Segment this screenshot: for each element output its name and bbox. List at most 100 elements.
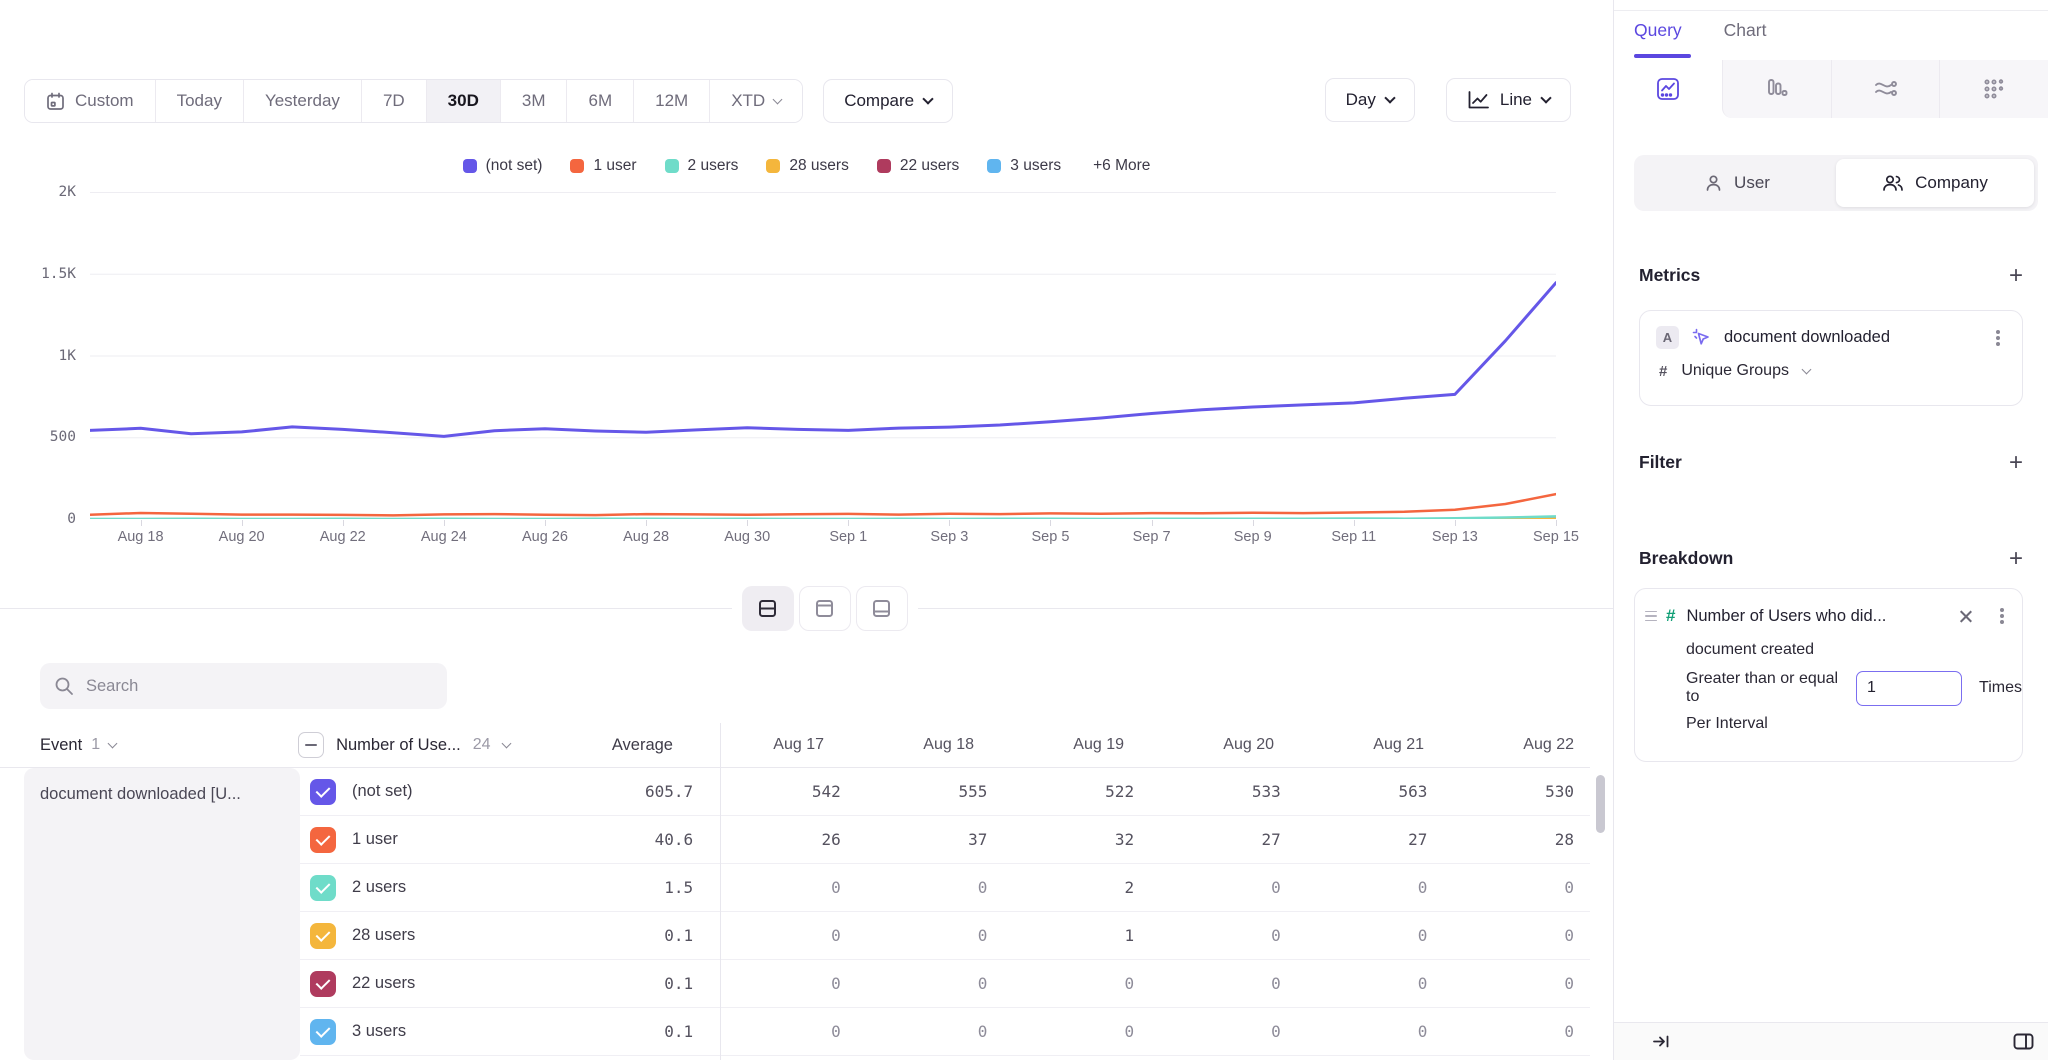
range-6m[interactable]: 6M <box>566 80 633 122</box>
layout-chart-only-button[interactable] <box>799 586 851 631</box>
row-series-cell: 2 users <box>300 875 544 901</box>
range-3m[interactable]: 3M <box>500 80 567 122</box>
layout-table-only-button[interactable] <box>856 586 908 631</box>
series-checkbox[interactable] <box>310 971 336 997</box>
average-column-header: Average <box>527 736 690 755</box>
x-axis-tick <box>949 520 950 526</box>
date-column-headers: Aug 17Aug 18Aug 19Aug 20Aug 21Aug 22 <box>690 736 1590 754</box>
chart-type-dropdown[interactable]: Line <box>1446 78 1571 122</box>
row-date-value: 0 <box>710 926 857 945</box>
legend-item[interactable]: 1 user <box>570 157 636 175</box>
group-type-toggle: User Company <box>1634 155 2038 211</box>
line-chart-plot[interactable] <box>90 192 1556 519</box>
search-input[interactable] <box>86 677 433 696</box>
chart-type-label: Line <box>1500 90 1532 110</box>
table-search <box>40 663 447 709</box>
date-range-control: CustomTodayYesterday7D30D3M6M12MXTD <box>24 79 803 123</box>
row-date-value: 0 <box>1443 1022 1590 1041</box>
breakdown-event-name: document created <box>1635 626 2022 659</box>
event-name-cell[interactable]: document downloaded [U... <box>24 768 300 1060</box>
row-date-value: 0 <box>1443 974 1590 993</box>
legend-item[interactable]: 22 users <box>877 157 959 175</box>
chart-type-line-icon <box>1656 77 1680 101</box>
table-scrollbar[interactable] <box>1596 775 1605 833</box>
range-30d[interactable]: 30D <box>426 80 500 122</box>
metric-card[interactable]: A document downloaded # Unique Groups <box>1639 310 2023 406</box>
breakdown-card[interactable]: # Number of Users who did... document cr… <box>1634 588 2023 762</box>
kebab-icon[interactable] <box>1996 336 2000 340</box>
chart-type-line-tile[interactable] <box>1614 60 1722 118</box>
drag-handle-icon[interactable] <box>1645 611 1657 622</box>
panel-icon[interactable] <box>2013 1033 2034 1050</box>
legend-swatch <box>665 159 679 173</box>
range-today[interactable]: Today <box>155 80 243 122</box>
chart-type-bar-tile[interactable] <box>1722 60 1831 118</box>
sidebar-top-divider <box>1614 10 2048 11</box>
layout-split-button[interactable] <box>742 586 794 631</box>
range-7d[interactable]: 7D <box>361 80 426 122</box>
measure-dropdown[interactable]: Unique Groups <box>1681 362 1789 380</box>
layout-toggle-group <box>732 584 918 633</box>
legend-item[interactable]: 3 users <box>987 157 1061 175</box>
range-custom[interactable]: Custom <box>25 80 155 122</box>
query-sidebar: Query Chart <box>1613 0 2048 1060</box>
y-axis-tick-label: 1K <box>0 346 76 366</box>
add-breakdown-button[interactable]: + <box>2009 549 2023 569</box>
toggle-company[interactable]: Company <box>1836 159 2034 207</box>
row-series-cell: 22 users <box>300 971 544 997</box>
chevron-down-icon <box>1540 92 1551 103</box>
condition-label: Greater than or equal to <box>1686 670 1841 706</box>
breakdown-condition-row: Greater than or equal to Times <box>1635 659 2022 706</box>
date-column-header: Aug 19 <box>990 736 1140 754</box>
x-axis-tick <box>1354 520 1355 526</box>
legend-more-link[interactable]: +6 More <box>1093 157 1150 175</box>
tab-chart[interactable]: Chart <box>1724 20 1767 41</box>
row-series-label: 3 users <box>352 1022 406 1041</box>
toggle-user-label: User <box>1734 173 1770 193</box>
event-header-count: 1 <box>91 736 100 754</box>
series-checkbox[interactable] <box>310 779 336 805</box>
interval-dropdown[interactable]: Day <box>1325 78 1415 122</box>
condition-value-input[interactable] <box>1856 671 1962 706</box>
event-column-header[interactable]: Event 1 <box>0 736 288 755</box>
table-row: 2 users1.5002000 <box>300 864 1590 912</box>
tab-query[interactable]: Query <box>1634 20 1682 41</box>
series-checkbox[interactable] <box>310 1019 336 1045</box>
range-12m[interactable]: 12M <box>633 80 709 122</box>
breakdown-title: Breakdown <box>1639 548 1733 569</box>
series-column-header[interactable]: Number of Use... 24 <box>288 732 527 758</box>
row-date-value: 522 <box>1003 782 1150 801</box>
chart-type-flow-tile[interactable] <box>1831 60 1940 118</box>
legend-item[interactable]: 28 users <box>766 157 848 175</box>
layout-top-icon <box>815 599 834 618</box>
select-all-checkbox[interactable] <box>298 732 324 758</box>
x-axis-tick-label: Sep 5 <box>1032 529 1070 545</box>
series-header-label: Number of Use... <box>336 736 461 755</box>
series-checkbox[interactable] <box>310 875 336 901</box>
filter-header: Filter + <box>1639 452 2023 473</box>
range-xtd[interactable]: XTD <box>709 80 802 122</box>
series-checkbox[interactable] <box>310 827 336 853</box>
chart-type-strip <box>1614 60 2048 118</box>
collapse-panel-icon[interactable] <box>1652 1034 1672 1049</box>
legend-swatch <box>570 159 584 173</box>
row-average-value: 40.6 <box>544 830 710 849</box>
x-axis-tick <box>444 520 445 526</box>
table-header-row: Event 1 Number of Use... 24 Average Aug … <box>0 723 1590 768</box>
legend-item[interactable]: 2 users <box>665 157 739 175</box>
row-date-value: 0 <box>710 878 857 897</box>
compare-button[interactable]: Compare <box>823 79 953 123</box>
kebab-icon[interactable] <box>2000 614 2004 618</box>
line-chart-icon <box>1467 91 1490 110</box>
date-column-header: Aug 20 <box>1140 736 1290 754</box>
series-checkbox[interactable] <box>310 923 336 949</box>
close-icon[interactable] <box>1958 609 1973 624</box>
range-yesterday[interactable]: Yesterday <box>243 80 361 122</box>
legend-item[interactable]: (not set) <box>463 157 543 175</box>
add-filter-button[interactable]: + <box>2009 453 2023 473</box>
chart-type-scatter-tile[interactable] <box>1939 60 2048 118</box>
row-series-label: 2 users <box>352 878 406 897</box>
add-metric-button[interactable]: + <box>2009 266 2023 286</box>
x-axis-tick-label: Sep 15 <box>1533 529 1579 545</box>
toggle-user[interactable]: User <box>1638 159 1836 207</box>
